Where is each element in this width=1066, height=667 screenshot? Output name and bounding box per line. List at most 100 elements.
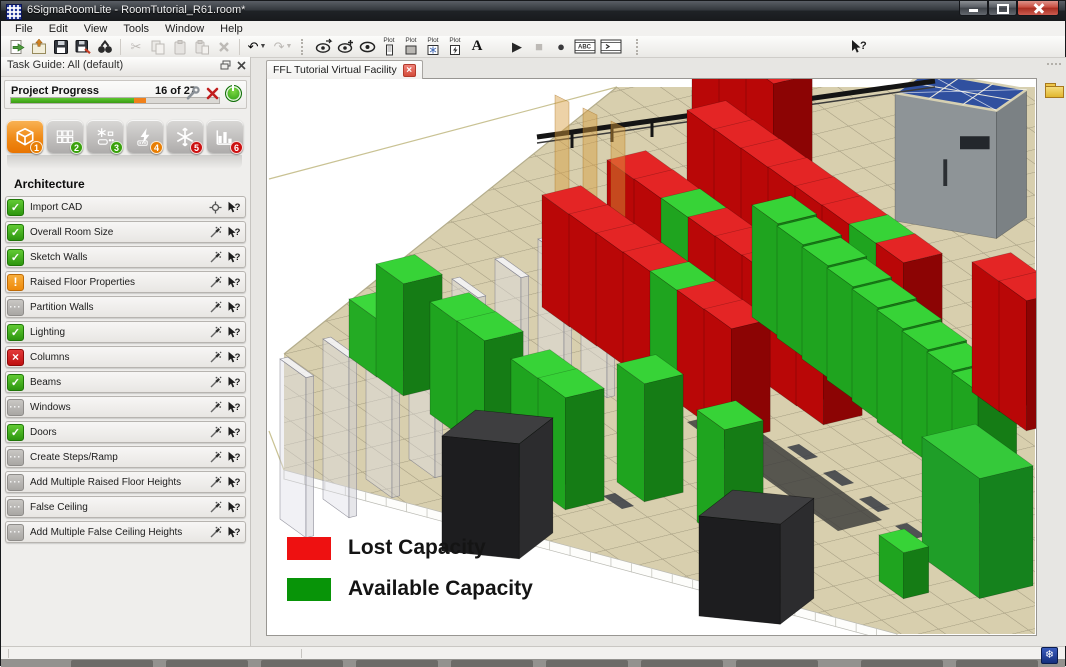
side-toolbar-handle[interactable] <box>1047 63 1061 69</box>
task-help-button[interactable]: ? <box>224 476 241 489</box>
task-item-add-multiple-raised-floor-heights[interactable]: ···Add Multiple Raised Floor Heights? <box>5 471 246 493</box>
task-help-button[interactable]: ? <box>224 526 241 539</box>
help-cursor-icon: ? <box>226 526 240 539</box>
video-captions-button[interactable]: ABC <box>572 37 598 57</box>
task-action-button[interactable] <box>207 501 224 514</box>
task-item-columns[interactable]: ×Columns? <box>5 346 246 368</box>
task-action-button[interactable] <box>207 326 224 339</box>
task-action-button[interactable] <box>207 301 224 314</box>
cut-button[interactable]: ✂ <box>125 37 147 57</box>
record-button[interactable]: ● <box>550 37 572 57</box>
task-item-doors[interactable]: ✓Doors? <box>5 421 246 443</box>
tab-close-icon[interactable]: × <box>403 64 416 77</box>
open-folder-button[interactable] <box>1044 81 1064 98</box>
task-action-button[interactable] <box>207 426 224 439</box>
task-help-button[interactable]: ? <box>224 351 241 364</box>
help-cursor-icon: ? <box>226 276 240 289</box>
settings-wrench-icon[interactable] <box>185 86 200 101</box>
task-action-button[interactable] <box>207 201 224 214</box>
task-help-button[interactable]: ? <box>224 401 241 414</box>
task-help-button[interactable]: ? <box>224 276 241 289</box>
play-button[interactable]: ▶ <box>506 37 528 57</box>
step-results[interactable]: 6 <box>207 120 243 153</box>
menu-file[interactable]: File <box>7 23 41 35</box>
task-item-import-cad[interactable]: ✓Import CAD? <box>5 196 246 218</box>
task-item-sketch-walls[interactable]: ✓Sketch Walls? <box>5 246 246 268</box>
task-help-button[interactable]: ? <box>224 501 241 514</box>
menu-tools[interactable]: Tools <box>115 23 157 35</box>
step-architecture[interactable]: 1 <box>7 120 43 153</box>
task-action-button[interactable] <box>207 476 224 489</box>
menu-edit[interactable]: Edit <box>41 23 76 35</box>
plot-power-button[interactable]: Plot <box>444 36 466 57</box>
task-help-button[interactable]: ? <box>224 426 241 439</box>
paste-special-button[interactable] <box>191 37 213 57</box>
step-badge: 4 <box>150 141 163 154</box>
app-tray-icon[interactable] <box>1041 647 1058 664</box>
delete-button[interactable] <box>213 37 235 57</box>
task-help-button[interactable]: ? <box>224 301 241 314</box>
task-action-button[interactable] <box>207 451 224 464</box>
plot-cooling-button[interactable]: Plot <box>422 36 444 57</box>
save-button[interactable] <box>50 37 72 57</box>
task-action-button[interactable] <box>207 526 224 539</box>
float-panel-icon[interactable] <box>220 60 231 70</box>
task-help-button[interactable]: ? <box>224 376 241 389</box>
task-item-partition-walls[interactable]: ···Partition Walls? <box>5 296 246 318</box>
text-tool-button[interactable]: A <box>466 37 488 57</box>
step-cooling-objects[interactable]: 3 <box>87 120 123 153</box>
maximize-button[interactable] <box>988 1 1017 16</box>
view-add-button[interactable] <box>334 37 356 57</box>
step-cooling[interactable]: 5 <box>167 120 203 153</box>
plot-floor-button[interactable]: Plot <box>400 36 422 57</box>
folder-icon-body <box>1045 86 1064 98</box>
menu-help[interactable]: Help <box>212 23 251 35</box>
task-item-create-steps-ramp[interactable]: ···Create Steps/Ramp? <box>5 446 246 468</box>
task-action-button[interactable] <box>207 276 224 289</box>
3d-canvas[interactable]: Lost Capacity Available Capacity <box>266 78 1037 636</box>
task-item-overall-room-size[interactable]: ✓Overall Room Size? <box>5 221 246 243</box>
task-action-button[interactable] <box>207 376 224 389</box>
title-bar[interactable]: 6SigmaRoomLite - RoomTutorial_R61.room* <box>1 1 1065 21</box>
stop-button[interactable]: ■ <box>528 37 550 57</box>
publish-model-button[interactable] <box>28 37 50 57</box>
video-script-button[interactable] <box>598 37 624 57</box>
task-action-button[interactable] <box>207 251 224 264</box>
task-item-beams[interactable]: ✓Beams? <box>5 371 246 393</box>
task-action-button[interactable] <box>207 226 224 239</box>
tab-ffl-tutorial[interactable]: FFL Tutorial Virtual Facility × <box>266 60 423 79</box>
step-badge: 3 <box>110 141 123 154</box>
undo-button[interactable]: ↶▼ <box>244 37 270 57</box>
task-help-button[interactable]: ? <box>224 251 241 264</box>
task-item-windows[interactable]: ···Windows? <box>5 396 246 418</box>
minimize-button[interactable] <box>959 1 988 16</box>
copy-button[interactable] <box>147 37 169 57</box>
find-button[interactable] <box>94 37 116 57</box>
redo-button[interactable]: ↷▼ <box>270 37 296 57</box>
task-item-lighting[interactable]: ✓Lighting? <box>5 321 246 343</box>
task-action-button[interactable] <box>207 401 224 414</box>
import-room-button[interactable] <box>6 37 28 57</box>
task-help-button[interactable]: ? <box>224 451 241 464</box>
task-action-button[interactable] <box>207 351 224 364</box>
task-help-button[interactable]: ? <box>224 326 241 339</box>
task-help-button[interactable]: ? <box>224 226 241 239</box>
view-button[interactable] <box>356 37 378 57</box>
cancel-x-icon[interactable] <box>206 87 219 100</box>
plot-rack-button[interactable]: Plot <box>378 36 400 57</box>
task-item-add-multiple-false-ceiling-heights[interactable]: ···Add Multiple False Ceiling Heights? <box>5 521 246 543</box>
task-item-raised-floor-properties[interactable]: !Raised Floor Properties? <box>5 271 246 293</box>
paste-button[interactable] <box>169 37 191 57</box>
whats-this-button[interactable]: ? <box>847 37 869 57</box>
step-cabinets[interactable]: 2 <box>47 120 83 153</box>
task-item-false-ceiling[interactable]: ···False Ceiling? <box>5 496 246 518</box>
close-button[interactable] <box>1017 1 1059 16</box>
close-panel-icon[interactable] <box>237 61 246 70</box>
step-power[interactable]: 4 <box>127 120 163 153</box>
task-help-button[interactable]: ? <box>224 201 241 214</box>
menu-window[interactable]: Window <box>157 23 212 35</box>
menu-view[interactable]: View <box>76 23 116 35</box>
save-as-button[interactable] <box>72 37 94 57</box>
power-run-icon[interactable] <box>225 85 242 102</box>
view-rotate-button[interactable] <box>312 37 334 57</box>
